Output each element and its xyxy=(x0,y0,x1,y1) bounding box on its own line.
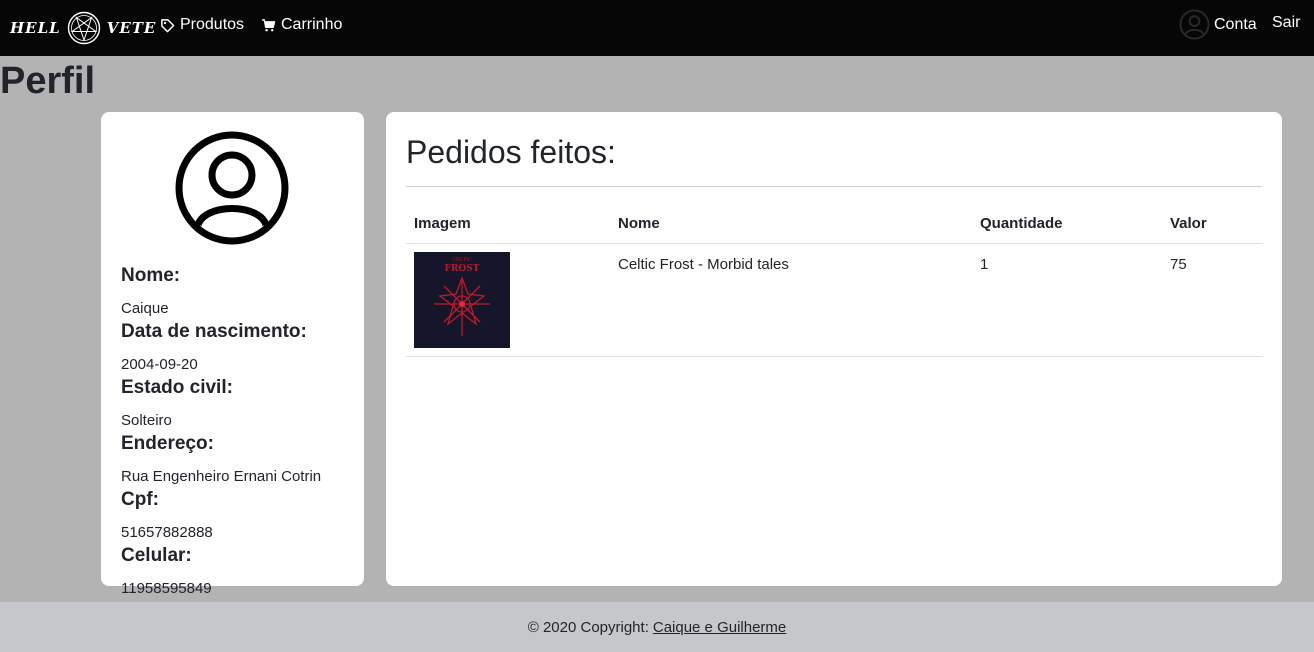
nav-produtos-label: Produtos xyxy=(180,16,245,33)
footer-authors-link[interactable]: Caique e Guilherme xyxy=(653,619,786,636)
column-header-valor: Valor xyxy=(1170,215,1207,232)
album-title-text: FROST xyxy=(445,264,480,274)
brand-text-right: VETE xyxy=(106,19,157,37)
nav-sair-label: Sair xyxy=(1272,14,1301,31)
nav-sair-link[interactable]: Sair xyxy=(1272,14,1300,32)
table-row-divider xyxy=(406,356,1262,357)
nav-conta-link[interactable]: Conta xyxy=(1179,9,1257,40)
column-header-imagem: Imagem xyxy=(414,215,471,232)
column-header-nome: Nome xyxy=(618,215,660,232)
orders-card: Pedidos feitos: Imagem Nome Quantidade V… xyxy=(386,112,1282,586)
field-nome-label: Nome: xyxy=(121,265,181,286)
column-header-quantidade: Quantidade xyxy=(980,215,1063,232)
footer-copyright: © 2020 Copyright: xyxy=(527,618,649,636)
field-nascimento-value: 2004-09-20 xyxy=(121,356,198,373)
field-nome-value: Caique xyxy=(121,300,169,317)
user-avatar-icon xyxy=(175,131,289,245)
profile-card: Nome: Caique Data de nascimento: 2004-09… xyxy=(101,112,364,597)
tag-icon xyxy=(161,18,175,32)
page-title: Perfil xyxy=(0,60,96,102)
album-art: CELTIC FROST xyxy=(414,252,510,348)
field-endereco-label: Endereço: xyxy=(121,433,214,454)
orders-title: Pedidos feitos: xyxy=(406,134,616,170)
user-circle-icon xyxy=(1179,9,1210,40)
field-nascimento-label: Data de nascimento: xyxy=(121,321,307,342)
field-cpf-value: 51657882888 xyxy=(121,524,213,541)
pentagram-icon xyxy=(67,11,100,45)
orders-divider xyxy=(406,186,1262,187)
field-cpf-label: Cpf: xyxy=(121,489,159,510)
navbar: HELL VETE Produtos Carrinho Conta Sair xyxy=(0,0,1314,56)
cart-icon xyxy=(261,18,276,31)
album-cover-image: CELTIC FROST xyxy=(414,252,510,348)
album-band-text: CELTIC xyxy=(452,257,472,263)
field-estado-civil-label: Estado civil: xyxy=(121,377,233,398)
nav-produtos-link[interactable]: Produtos xyxy=(160,16,244,34)
nav-carrinho-label: Carrinho xyxy=(281,16,343,33)
footer: © 2020 Copyright: Caique e Guilherme xyxy=(0,602,1314,652)
field-endereco-value: Rua Engenheiro Ernani Cotrin xyxy=(121,468,322,485)
field-celular-value: 11958595849 xyxy=(121,580,212,597)
order-value-cell: 75 xyxy=(1170,256,1187,273)
nav-conta-label: Conta xyxy=(1214,15,1257,33)
table-header-divider xyxy=(406,243,1262,244)
field-estado-civil-value: Solteiro xyxy=(121,412,172,429)
brand-text-left: HELL xyxy=(10,19,61,37)
nav-carrinho-link[interactable]: Carrinho xyxy=(261,16,342,34)
brand-logo[interactable]: HELL VETE xyxy=(10,6,156,50)
field-celular-label: Celular: xyxy=(121,545,192,566)
order-quantity-cell: 1 xyxy=(980,256,989,273)
order-name-cell: Celtic Frost - Morbid tales xyxy=(618,256,789,273)
